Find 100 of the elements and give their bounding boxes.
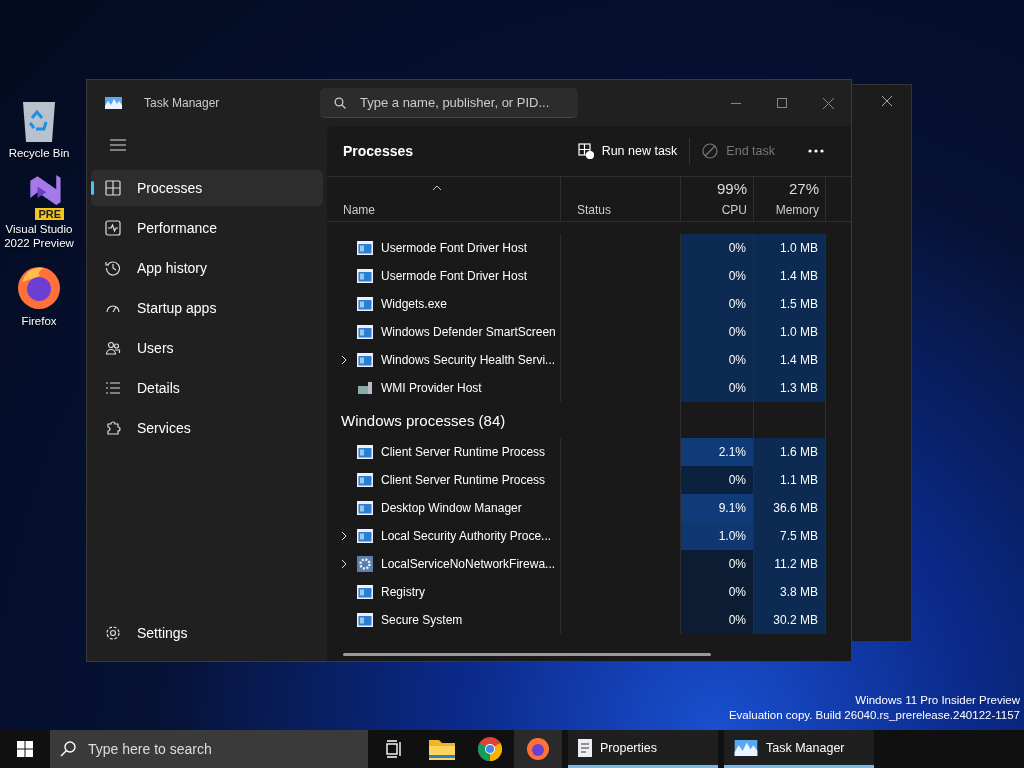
app-window-icon [357,613,373,627]
settings-nav-item[interactable]: Settings [91,615,323,651]
process-name[interactable]: Secure System [327,606,561,634]
folder-icon[interactable] [429,738,455,760]
nav-item[interactable]: Services [91,410,323,446]
puzzle-icon [105,420,121,436]
memory-cell: 1.4 MB [754,262,826,290]
users-icon [105,340,121,356]
process-name[interactable]: Desktop Window Manager [327,494,561,522]
process-name[interactable]: WMI Provider Host [327,374,561,402]
app-logo-icon [105,97,122,109]
task-view-icon[interactable] [385,740,403,758]
cpu-cell: 2.1% [681,438,754,466]
search-field[interactable]: Type a name, publisher, or PID... [320,88,578,118]
group-heading: Windows processes (84) [340,410,507,431]
app-logo-icon [734,739,758,756]
process-name[interactable]: Local Security Authority Proce... [327,522,561,550]
window-title: Task Manager [144,96,221,110]
taskbar-app-button[interactable]: Properties [568,730,718,768]
expand-chevron-icon[interactable] [341,531,347,541]
gear-icon [357,556,373,572]
cpu-cell: 0% [681,606,754,634]
process-name[interactable]: Client Server Runtime Process [327,438,561,466]
search-input[interactable]: Type a name, publisher, or PID... [358,94,578,111]
column-header[interactable]: Name [343,203,375,217]
new-task-icon [577,143,594,159]
memory-cell: 1.3 MB [754,374,826,402]
app-window-icon [357,325,373,339]
memory-cell: 1.1 MB [754,466,826,494]
chrome-logo-icon[interactable] [478,737,502,761]
expand-chevron-icon[interactable] [341,355,347,365]
run-new-task-button[interactable]: Run new task [565,135,690,167]
nav-item[interactable]: App history [91,250,323,286]
process-name[interactable]: Windows Defender SmartScreen [327,318,561,346]
process-name[interactable]: Usermode Font Driver Host [327,262,561,290]
app-window-icon [357,501,373,515]
column-header[interactable]: Status [577,203,612,217]
process-name[interactable]: Registry [327,578,561,606]
taskbar-search-box[interactable]: Type here to search [50,730,368,768]
sort-caret-icon[interactable] [432,185,442,191]
cpu-cell: 1.0% [681,522,754,550]
process-name[interactable]: Usermode Font Driver Host [327,234,561,262]
app-window-icon [357,241,373,255]
recycle-bin-icon[interactable] [20,100,58,144]
nav-item[interactable]: Startup apps [91,290,323,326]
memory-cell: 1.0 MB [754,318,826,346]
app-window-icon [357,353,373,367]
desktop-icon-label[interactable]: Recycle Bin [8,146,70,160]
taskbar-search-field[interactable]: Type here to search [86,740,350,758]
memory-cell: 1.6 MB [754,438,826,466]
horizontal-scrollbar[interactable] [343,652,711,656]
search-icon [60,741,76,757]
app-window-icon [357,445,373,459]
close-icon[interactable] [881,95,893,107]
process-name[interactable]: Client Server Runtime Process [327,466,561,494]
nav-item[interactable]: Details [91,370,323,406]
memory-cell: 7.5 MB [754,522,826,550]
app-window-icon [357,529,373,543]
memory-cell: 3.8 MB [754,578,826,606]
app-window-icon [357,297,373,311]
nav-item[interactable]: Performance [91,210,323,246]
evaluation-notice: Evaluation copy. Build 26040.rs_prerelease.240122-1157 [728,708,1020,723]
minimize-icon [731,102,741,104]
cpu-total: 99% [716,180,747,197]
nav-item[interactable]: Processes [91,170,323,206]
desktop-icon-label[interactable]: Visual Studio 2022 Preview [0,222,78,250]
expand-chevron-icon[interactable] [341,559,347,569]
maximize-icon [777,98,787,108]
server-icon [357,380,373,396]
taskbar-app-button[interactable]: Task Manager [724,730,874,768]
process-name[interactable]: Widgets.exe [327,290,561,318]
pulse-chart-icon [105,220,121,236]
app-window-icon [357,269,373,283]
process-name[interactable]: Windows Security Health Servi... [327,346,561,374]
memory-cell: 1.0 MB [754,234,826,262]
search-icon [334,96,346,109]
document-icon [578,738,592,757]
process-name[interactable]: LocalServiceNoNetworkFirewa... [327,550,561,578]
list-icon [105,380,121,396]
cpu-cell: 0% [681,290,754,318]
desktop-icon-label[interactable]: Firefox [21,314,57,328]
windows-logo-icon [17,741,33,757]
close-icon [822,97,834,109]
history-clock-icon [105,260,121,276]
cpu-cell: 0% [681,466,754,494]
nav-item[interactable]: Users [91,330,323,366]
cpu-cell: 0% [681,374,754,402]
prohibited-icon [702,143,719,159]
column-header[interactable]: CPU [721,203,747,217]
column-header[interactable]: Memory [775,203,819,217]
memory-cell: 30.2 MB [754,606,826,634]
firefox-logo-icon[interactable] [526,737,550,761]
cpu-cell: 9.1% [681,494,754,522]
memory-total: 27% [788,180,819,197]
memory-cell: 1.4 MB [754,346,826,374]
menu-icon [110,139,126,151]
page-title: Processes [343,143,414,159]
app-window-icon [357,473,373,487]
cpu-cell: 0% [681,234,754,262]
app-window-icon [357,585,373,599]
